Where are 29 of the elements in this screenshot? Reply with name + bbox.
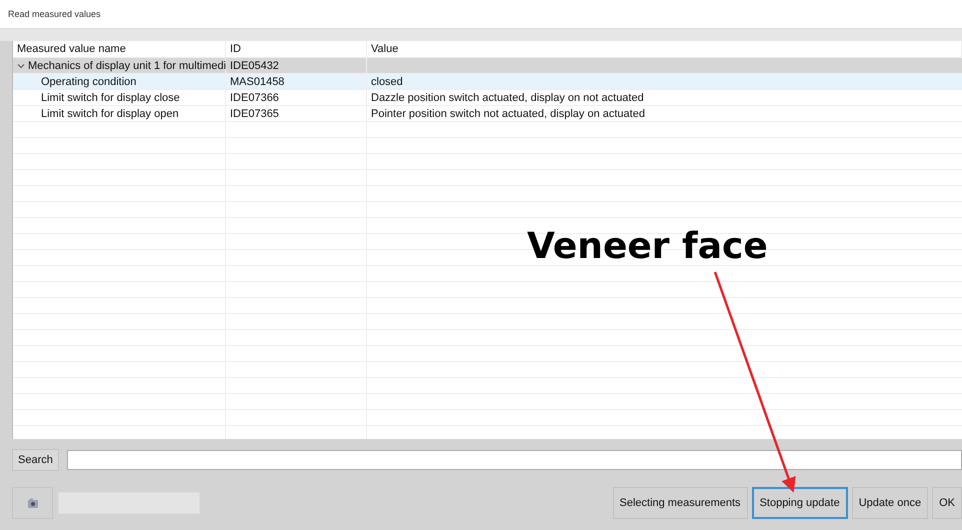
dialog-button[interactable]: Stopping update — [752, 487, 848, 519]
camera-button[interactable] — [12, 487, 53, 519]
camera-icon — [26, 497, 38, 509]
table-cell: Operating condition — [41, 76, 136, 88]
table-cell: IDE07366 — [230, 92, 279, 104]
dialog-button[interactable]: Selecting measurements — [612, 487, 748, 519]
column-header[interactable]: Value — [367, 41, 962, 57]
dialog-button[interactable]: Update once — [852, 487, 928, 519]
table-cell: Dazzle position switch actuated, display on not actuated — [371, 92, 644, 104]
chevron-icon[interactable] — [17, 62, 25, 68]
table-cell: MAS01458 — [230, 76, 284, 88]
table-cell: Limit switch for display open — [41, 108, 179, 120]
table-row[interactable]: Operating condition MAS01458 closed — [13, 74, 962, 90]
table-row[interactable]: Limit switch for display open IDE07365 Pointer position switch not actuated, display on actuated — [13, 106, 962, 122]
table-cell: IDE05432 — [230, 60, 279, 72]
search-label: Search — [12, 449, 59, 471]
table-cell: IDE07365 — [230, 108, 279, 120]
table-row[interactable]: Mechanics of display unit 1 for multimedi IDE05432 — [13, 58, 962, 74]
column-header[interactable]: ID — [226, 41, 367, 57]
column-header[interactable]: Measured value name — [13, 41, 226, 57]
search-field[interactable] — [66, 450, 962, 470]
annotation-text: Veneer face — [527, 226, 768, 267]
table-cell: Mechanics of display unit 1 for multimedi — [28, 60, 226, 72]
dialog-button[interactable]: OK — [932, 487, 962, 519]
table-cell: Pointer position switch not actuated, display on actuated — [371, 108, 645, 120]
table-row[interactable]: Limit switch for display close IDE07366 Dazzle position switch actuated, display on not actuated — [13, 90, 962, 106]
table-cell: Limit switch for display close — [41, 92, 180, 104]
table-cell: closed — [371, 76, 403, 88]
window-title: Read measured values — [8, 9, 101, 19]
